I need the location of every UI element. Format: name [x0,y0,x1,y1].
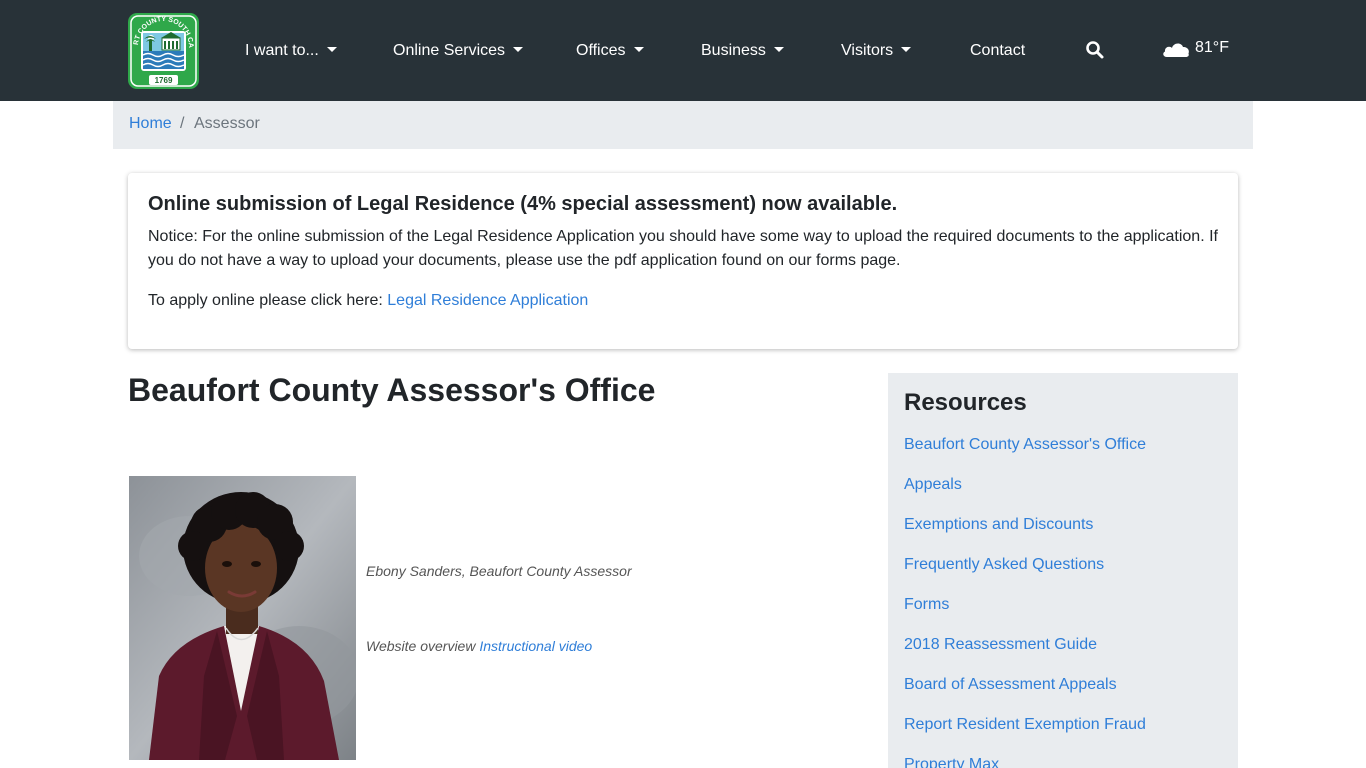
breadcrumb-home-link[interactable]: Home [129,115,172,133]
nav-label: I want to... [245,42,319,59]
nav-label: Visitors [841,42,894,59]
sidebar-link-property-max[interactable]: Property Max [904,756,999,768]
instructional-video-link[interactable]: Instructional video [479,638,592,654]
nav-visitors[interactable]: Visitors [841,39,912,63]
nav-i-want-to[interactable]: I want to... [245,39,337,63]
overview-prefix: Website overview [366,638,476,654]
caret-down-icon [326,47,337,52]
top-navbar: BEAUFORT COUNTY SOUTH CAROLINA 1769 I wa… [0,0,1366,101]
nav-label: Contact [970,42,1026,59]
caret-down-icon [773,47,784,52]
assessor-photo [129,476,356,760]
search-icon[interactable] [1085,40,1105,60]
page-title: Beaufort County Assessor's Office [128,372,656,408]
website-overview-line: Website overview Instructional video [366,638,592,654]
photo-caption: Ebony Sanders, Beaufort County Assessor [366,563,632,579]
resources-sidebar: Resources Beaufort County Assessor's Off… [888,373,1238,768]
sidebar-link-report-fraud[interactable]: Report Resident Exemption Fraud [904,716,1146,734]
nav-label: Online Services [393,42,506,59]
logo-year: 1769 [155,76,173,85]
sidebar-link-appeals[interactable]: Appeals [904,476,962,494]
county-seal-logo[interactable]: BEAUFORT COUNTY SOUTH CAROLINA 1769 [125,8,199,89]
breadcrumb-current: Assessor [194,115,260,132]
caret-down-icon [901,47,912,52]
nav-label: Offices [576,42,626,59]
sidebar-link-board-appeals[interactable]: Board of Assessment Appeals [904,676,1117,694]
notice-apply-line: To apply online please click here: Legal… [148,289,588,313]
breadcrumb-separator: / [180,115,185,132]
sidebar-link-forms[interactable]: Forms [904,596,949,614]
sidebar-link-faq[interactable]: Frequently Asked Questions [904,556,1104,574]
nav-business[interactable]: Business [701,39,784,63]
breadcrumb: Home / Assessor [113,101,1253,149]
cloud-icon [1162,40,1190,58]
sidebar-link-reassessment-guide[interactable]: 2018 Reassessment Guide [904,636,1097,654]
notice-card: Online submission of Legal Residence (4%… [128,173,1238,349]
sidebar-title: Resources [904,389,1027,416]
sidebar-link-exemptions[interactable]: Exemptions and Discounts [904,516,1093,534]
caret-down-icon [633,47,644,52]
notice-title: Online submission of Legal Residence (4%… [148,193,898,215]
nav-contact[interactable]: Contact [970,39,1025,63]
notice-text: Notice: For the online submission of the… [148,228,1218,269]
nav-online-services[interactable]: Online Services [393,39,524,63]
apply-prefix: To apply online please click here: [148,292,383,309]
sidebar-link-assessors-office[interactable]: Beaufort County Assessor's Office [904,436,1146,454]
legal-residence-application-link[interactable]: Legal Residence Application [387,292,588,309]
temperature-label: 81°F [1195,39,1229,56]
caret-down-icon [513,47,524,52]
nav-label: Business [701,42,766,59]
nav-offices[interactable]: Offices [576,39,644,63]
